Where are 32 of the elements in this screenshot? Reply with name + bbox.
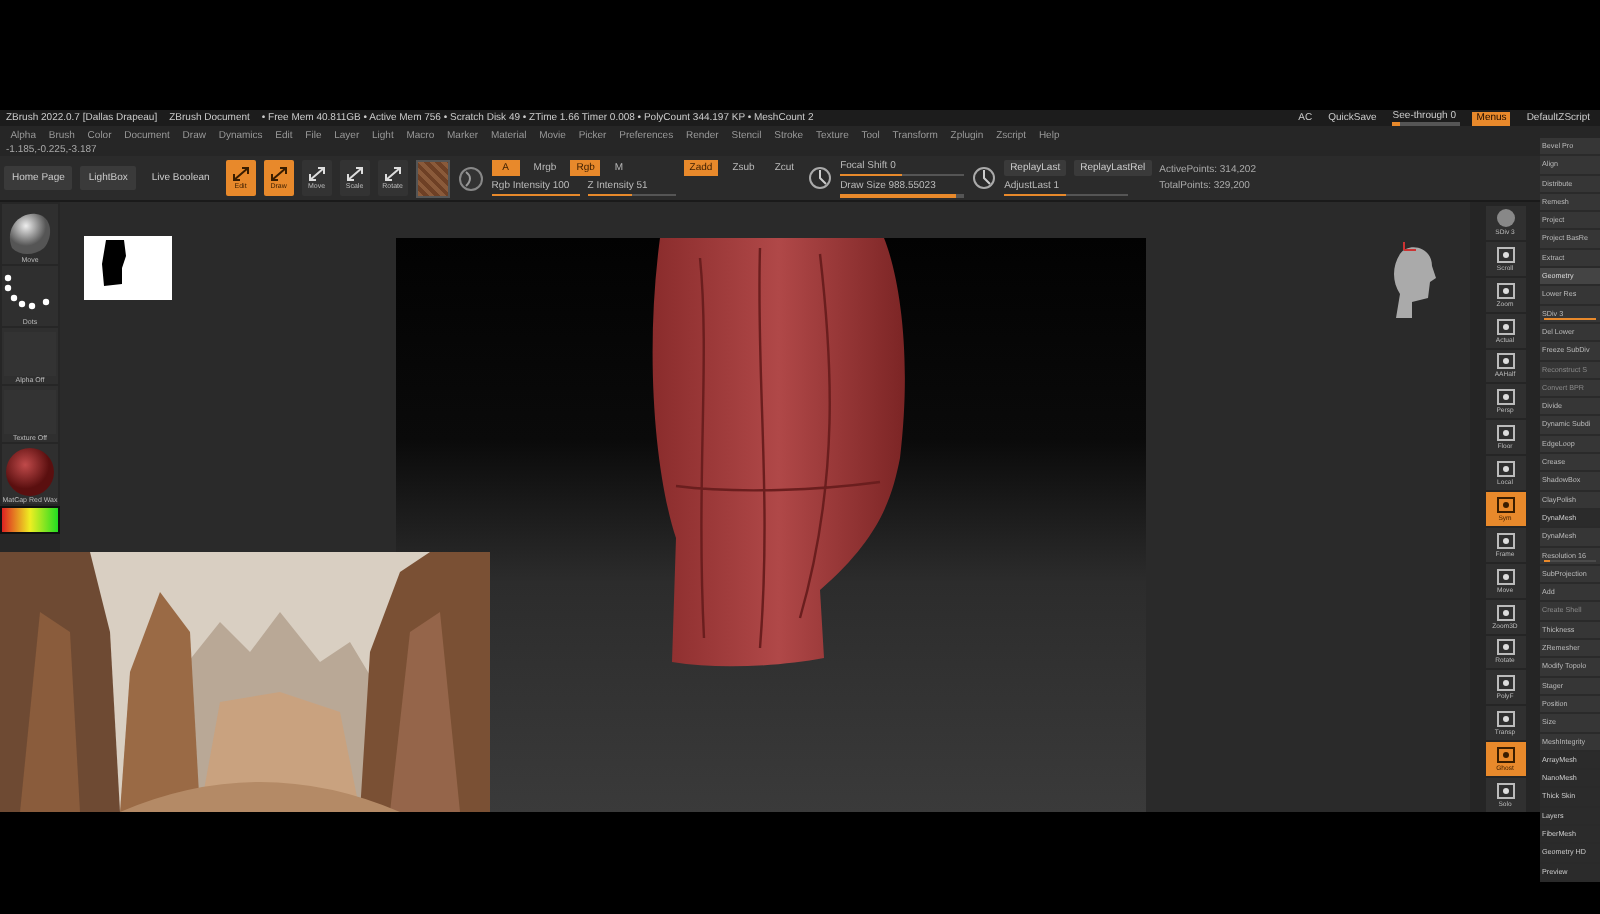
view-icon: [1493, 567, 1517, 586]
brush-dial-icon[interactable]: [808, 166, 833, 190]
view-icon: [1493, 317, 1517, 336]
sphere-icon[interactable]: [457, 165, 484, 191]
transform-icon: [269, 166, 288, 182]
replay-dial-icon[interactable]: [972, 166, 997, 190]
head-silhouette-icon: [100, 240, 128, 288]
view-icon: [1493, 281, 1517, 300]
view-icon: [1493, 495, 1517, 514]
view-icon: [1493, 781, 1517, 800]
view-icon: [1493, 388, 1517, 407]
head-gizmo-icon[interactable]: [1388, 242, 1440, 322]
view-icon: [1493, 424, 1517, 443]
transform-icon: [307, 166, 326, 182]
view-icon: [1493, 460, 1517, 479]
sphere-icon: [1493, 208, 1517, 229]
material-sphere-icon[interactable]: [6, 448, 54, 496]
transform-icon: [345, 166, 364, 182]
transform-icon: [231, 166, 250, 182]
view-icon: [1493, 603, 1517, 622]
brush-thumbnail-icon[interactable]: [4, 208, 56, 256]
viewport[interactable]: [396, 238, 1146, 812]
view-icon: [1493, 245, 1517, 264]
view-icon: [1493, 746, 1517, 765]
view-icon: [1493, 710, 1517, 729]
view-icon: [1493, 638, 1517, 657]
view-icon: [1493, 352, 1517, 371]
material-swatch[interactable]: [415, 159, 450, 197]
view-icon: [1493, 674, 1517, 693]
color-picker[interactable]: [0, 506, 60, 534]
transform-icon: [383, 166, 402, 182]
view-icon: [1493, 531, 1517, 550]
